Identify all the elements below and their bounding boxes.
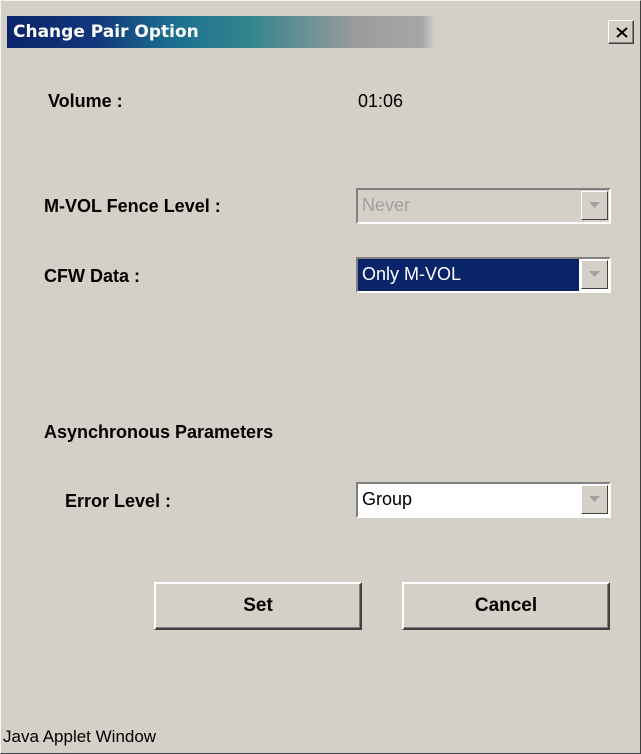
chevron-down-icon: [589, 202, 600, 208]
volume-value: 01:06: [358, 91, 404, 111]
window-title: Change Pair Option: [13, 22, 199, 42]
dialog-window: Change Pair Option Volume : 01:06 M-VOL …: [0, 0, 641, 754]
close-button[interactable]: [608, 20, 634, 44]
fence-level-value: Never: [362, 195, 411, 215]
cancel-button[interactable]: Cancel: [402, 582, 610, 630]
error-level-value[interactable]: Group: [358, 484, 579, 516]
title-bar[interactable]: Change Pair Option: [7, 16, 636, 48]
cfw-data-label: CFW Data :: [44, 266, 140, 286]
applet-warning-label: Java Applet Window: [3, 727, 157, 746]
error-level-dropdown-button[interactable]: [581, 485, 608, 514]
error-level-label: Error Level :: [65, 491, 172, 511]
cfw-data-dropdown-button[interactable]: [581, 260, 608, 289]
chevron-down-icon: [589, 271, 600, 277]
error-level-select[interactable]: Group: [356, 482, 611, 518]
set-button[interactable]: Set: [154, 582, 362, 630]
fence-level-select: Never: [356, 188, 611, 224]
cfw-data-select[interactable]: Only M-VOL: [356, 257, 611, 293]
cfw-data-value[interactable]: Only M-VOL: [358, 259, 579, 291]
async-parameters-heading: Asynchronous Parameters: [44, 422, 274, 442]
fence-level-dropdown-button: [581, 191, 608, 220]
close-icon: [616, 27, 628, 38]
chevron-down-icon: [589, 496, 600, 502]
volume-label: Volume :: [48, 91, 123, 111]
fence-level-label: M-VOL Fence Level :: [44, 196, 221, 216]
